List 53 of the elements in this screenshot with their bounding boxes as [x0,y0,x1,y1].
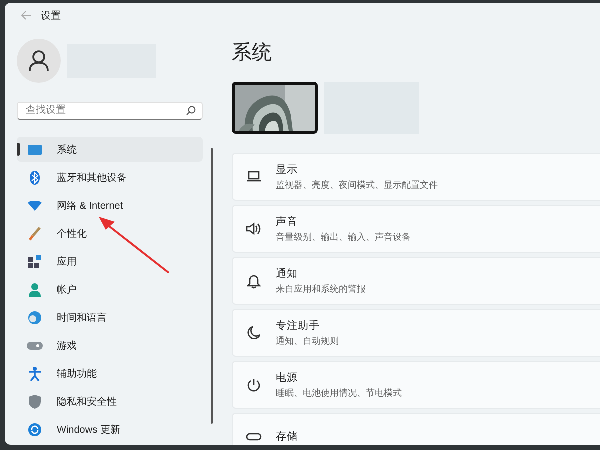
nav-item[interactable]: 辅助功能 [17,361,203,386]
globe-clock-icon [27,310,43,324]
wifi-icon [27,200,43,210]
apps-icon [27,254,43,268]
laptop-icon [246,171,262,183]
nav-item[interactable]: 游戏 [17,333,203,358]
shield-icon [27,394,43,408]
card-title: 存储 [276,430,298,444]
nav-item[interactable]: 系统 [17,137,203,162]
drive-icon [246,433,262,441]
card-title: 专注助手 [276,318,321,332]
nav-item[interactable]: 应用 [17,249,203,274]
sync-icon [27,422,43,436]
nav-item[interactable]: 蓝牙和其他设备 [17,165,203,190]
nav-item[interactable]: 网络 & Internet [17,193,203,218]
scrollbar[interactable] [211,148,213,424]
person-icon [27,282,43,296]
card-subtitle: 监视器、亮度、夜间模式、显示配置文件 [276,178,438,192]
search-icon[interactable] [186,106,196,116]
nav-item[interactable]: 个性化 [17,221,203,246]
nav-item[interactable]: Windows 更新 [17,417,203,442]
bluetooth-icon [27,170,43,184]
card-title: 通知 [276,266,299,280]
settings-card[interactable]: 通知 来自应用和系统的警报 [232,257,600,305]
card-subtitle: 音量级别、输出、输入、声音设备 [276,230,411,244]
avatar[interactable] [17,38,61,83]
card-title: 声音 [276,214,299,228]
card-subtitle: 通知、自动规则 [276,334,339,348]
card-subtitle: 睡眠、电池使用情况、节电模式 [276,386,402,400]
settings-card[interactable]: 声音 音量级别、输出、输入、声音设备 [232,205,600,253]
page-heading: 系统 [232,41,273,66]
settings-card[interactable]: 显示 监视器、亮度、夜间模式、显示配置文件 [232,153,600,201]
card-subtitle: 来自应用和系统的警报 [276,282,366,296]
gamepad-icon [27,340,43,350]
bell-icon [246,274,262,288]
monitor-icon [27,144,43,154]
card-title: 显示 [276,162,299,176]
nav-item[interactable]: 时间和语言 [17,305,203,330]
power-icon [246,378,262,392]
window-title: 设置 [41,10,61,23]
nav-item[interactable]: 帐户 [17,277,203,302]
person-icon [29,50,49,72]
settings-card[interactable]: 专注助手 通知、自动规则 [232,309,600,357]
accessibility-icon [27,366,43,380]
settings-card[interactable]: 存储 [232,413,600,445]
moon-icon [246,326,262,340]
card-title: 电源 [276,370,299,384]
search-input[interactable]: 查找设置 [24,104,186,118]
nav-item[interactable]: 隐私和安全性 [17,389,203,414]
brush-icon [27,226,43,240]
settings-card[interactable]: 电源 睡眠、电池使用情况、节电模式 [232,361,600,409]
speaker-icon [246,222,262,236]
search-bar[interactable]: 查找设置 [17,102,203,120]
